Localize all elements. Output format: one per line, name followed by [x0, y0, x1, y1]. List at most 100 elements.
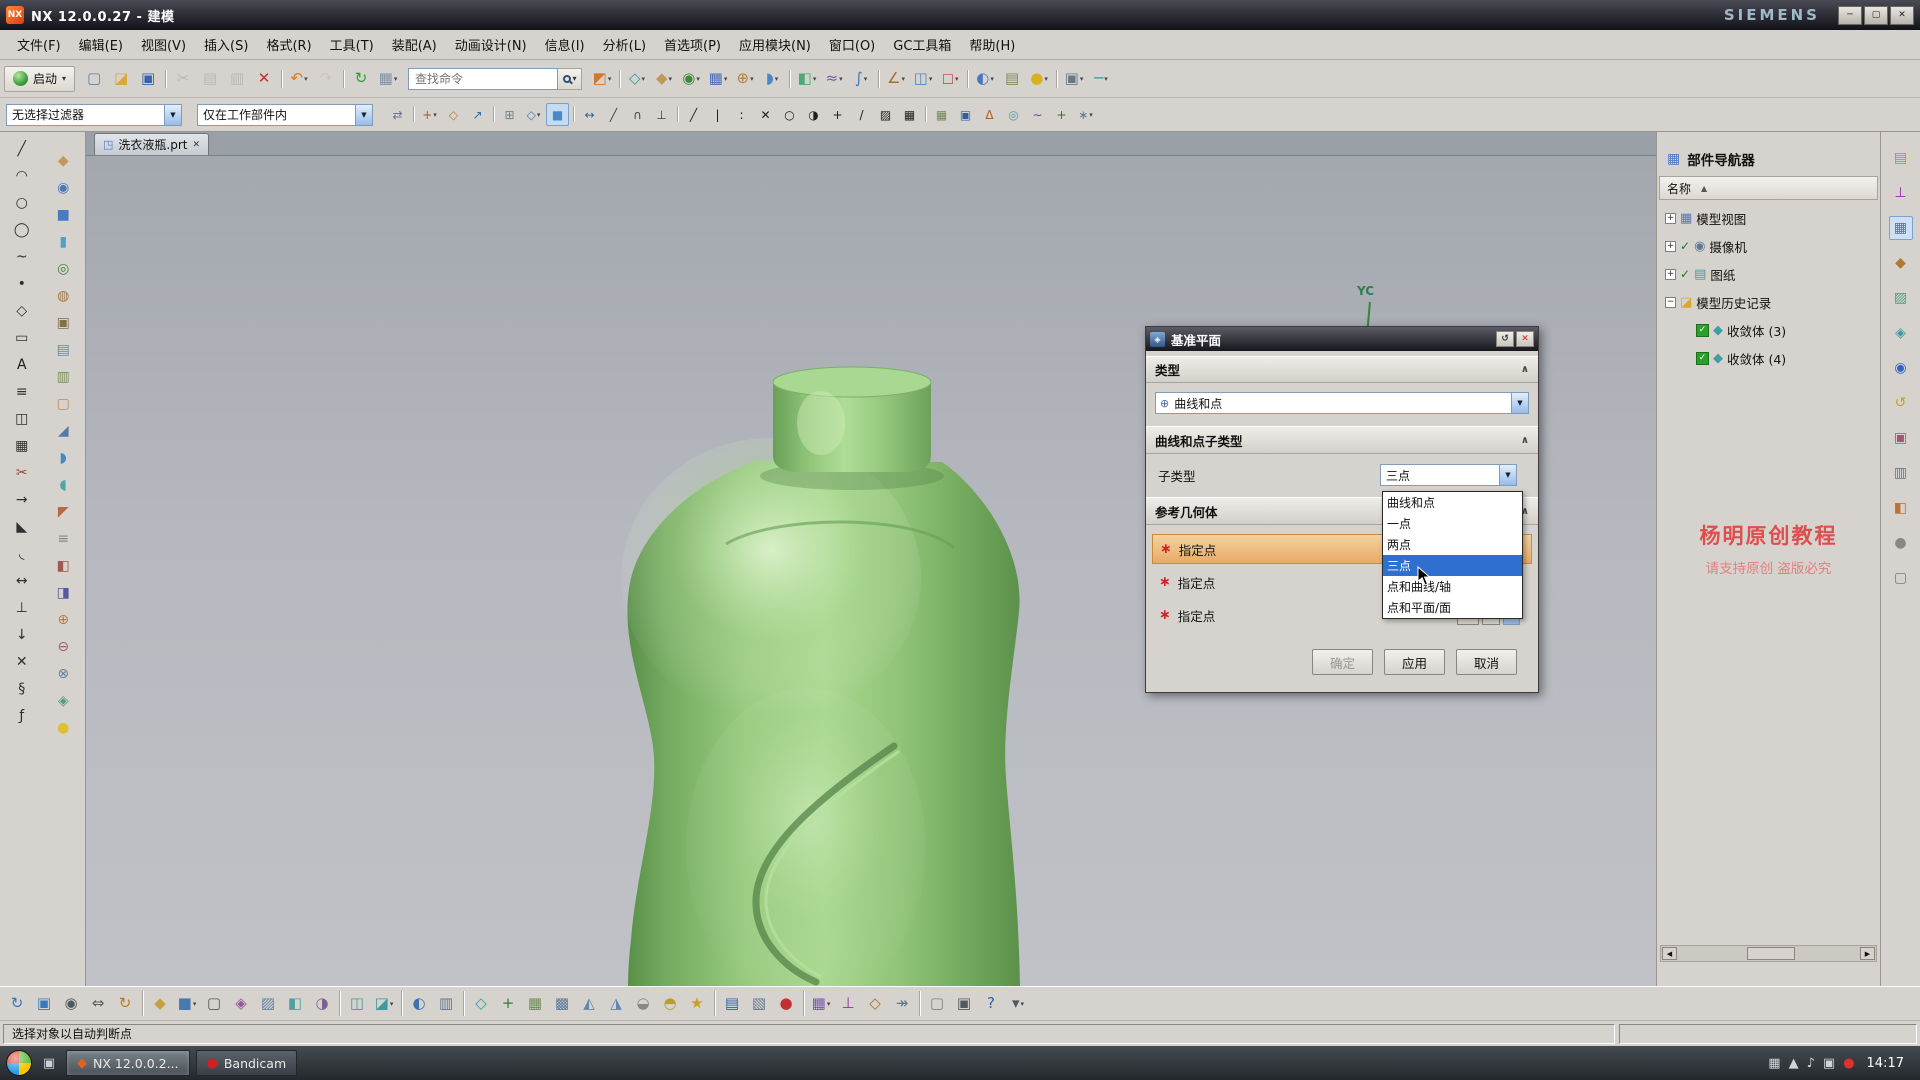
point-icon[interactable]: • — [9, 271, 35, 296]
dropdown-arrow-icon[interactable]: ▾ — [1089, 111, 1093, 119]
part-navigator-icon[interactable]: ▦ — [1889, 216, 1913, 240]
manage-icon[interactable]: ▥ — [1889, 461, 1913, 485]
dropdown-arrow-icon[interactable]: ▾ — [642, 75, 646, 83]
scrollbar-thumb[interactable] — [1747, 947, 1795, 960]
tab-close-icon[interactable]: ✕ — [192, 140, 200, 150]
part-tab[interactable]: ◳ 洗衣液瓶.prt ✕ — [94, 133, 209, 155]
menu-item[interactable]: 工具(T) — [321, 31, 383, 58]
helix-icon[interactable]: § — [9, 676, 35, 701]
draft-icon[interactable]: ◢ — [50, 418, 76, 443]
undo-icon[interactable]: ↶▾ — [286, 66, 312, 92]
constraint-symbols-icon[interactable]: ∼ — [1026, 103, 1049, 126]
snap-arc-center-icon[interactable]: ○ — [778, 103, 801, 126]
menu-item[interactable]: 格式(R) — [257, 31, 320, 58]
polygon-icon[interactable]: ◇ — [9, 298, 35, 323]
wireframe-style-icon[interactable]: ▢ — [201, 991, 227, 1017]
rapid-refresh-icon[interactable]: ↻ — [348, 66, 374, 92]
quick-launch-icon[interactable]: ▣ — [38, 1052, 60, 1074]
through-curves-icon[interactable]: ≈▾ — [821, 66, 847, 92]
window-icon[interactable]: ▣▾ — [1061, 66, 1087, 92]
dropdown-arrow-icon[interactable]: ▾ — [433, 111, 437, 119]
keyboard-icon[interactable]: ▦ — [1768, 1056, 1780, 1071]
explode-icon[interactable]: ◇ — [862, 991, 888, 1017]
touch-ruler-icon[interactable]: ─▾ — [1088, 66, 1114, 92]
dropdown-arrow-icon[interactable]: ▾ — [929, 75, 933, 83]
dimension-icon[interactable]: ↔ — [9, 568, 35, 593]
assembly-navigator-icon[interactable]: ▤ — [1889, 146, 1913, 170]
dialog-close-icon[interactable]: ✕ — [1516, 331, 1534, 347]
arc-icon[interactable]: ◠ — [9, 163, 35, 188]
menu-item[interactable]: 窗口(O) — [820, 31, 884, 58]
clip-section-icon[interactable]: ◎ — [1002, 103, 1025, 126]
analysis-curvature-icon[interactable]: Δ — [978, 103, 1001, 126]
subtract-icon[interactable]: ⊖ — [50, 634, 76, 659]
dropdown-arrow-icon[interactable]: ▾ — [193, 1000, 197, 1008]
menu-item[interactable]: 插入(S) — [195, 31, 257, 58]
isometric-view-icon[interactable]: ◇▾ — [522, 103, 545, 126]
point-dialog-icon[interactable]: +▾ — [418, 103, 441, 126]
adaptive-shell-icon[interactable]: ◻▾ — [937, 66, 963, 92]
background-icon[interactable]: ◧ — [282, 991, 308, 1017]
constraints-nav-icon[interactable]: ⊥ — [835, 991, 861, 1017]
dropdown-arrow-icon[interactable]: ▾ — [1080, 75, 1084, 83]
apply-button[interactable]: 应用 — [1384, 649, 1445, 675]
dropdown-option[interactable]: 两点 — [1383, 534, 1522, 555]
snap-arc-icon[interactable]: ∩ — [626, 103, 649, 126]
view-palette-icon[interactable]: ▨ — [1889, 286, 1913, 310]
roles-icon[interactable]: ◧ — [1889, 496, 1913, 520]
navigator-item[interactable]: +▦模型视图 — [1657, 204, 1880, 232]
sphere-icon[interactable]: ● — [50, 715, 76, 740]
plane-dialog-icon[interactable]: ◇ — [442, 103, 465, 126]
dropdown-arrow-icon[interactable]: ▾ — [394, 75, 398, 83]
object-info-icon[interactable]: ▤ — [719, 991, 745, 1017]
studio-spline-icon[interactable]: ~ — [9, 244, 35, 269]
dropdown-arrow-icon[interactable]: ▾ — [608, 75, 612, 83]
extrude-icon[interactable]: ◆▾ — [651, 66, 677, 92]
trim-body-icon[interactable]: ◧ — [50, 553, 76, 578]
scroll-right-icon[interactable]: ▶ — [1860, 947, 1875, 960]
block-icon[interactable]: ■ — [50, 202, 76, 227]
geometry-link-icon[interactable]: ⇄ — [386, 103, 409, 126]
help-icon[interactable]: ? — [978, 991, 1004, 1017]
menu-item[interactable]: 信息(I) — [536, 31, 594, 58]
layer-settings-icon[interactable]: ▤ — [999, 66, 1025, 92]
open-folder-icon[interactable]: ◪ — [108, 66, 134, 92]
dropdown-arrow-icon[interactable]: ▾ — [775, 75, 779, 83]
bandicam-task-button[interactable]: ●Bandicam — [196, 1050, 298, 1076]
delete-icon[interactable]: ✕ — [251, 66, 277, 92]
volume-icon[interactable]: ♪ — [1807, 1056, 1815, 1071]
unite-icon[interactable]: ⊕▾ — [732, 66, 758, 92]
dropdown-arrow-icon[interactable]: ▼ — [1511, 393, 1528, 413]
menu-item[interactable]: 应用模块(N) — [730, 31, 820, 58]
boss-icon[interactable]: ◍ — [50, 283, 76, 308]
cylinder-icon[interactable]: ▮ — [50, 229, 76, 254]
dropdown-option[interactable]: 曲线和点 — [1383, 492, 1522, 513]
dropdown-arrow-icon[interactable]: ▾ — [1044, 75, 1048, 83]
menu-item[interactable]: 帮助(H) — [960, 31, 1024, 58]
dropdown-arrow-icon[interactable]: ▾ — [955, 75, 959, 83]
show-only-icon[interactable]: ◐ — [406, 991, 432, 1017]
maximize-button[interactable]: ▢ — [1864, 6, 1888, 25]
expand-icon[interactable]: + — [1665, 213, 1676, 224]
selection-scope-combo[interactable]: 仅在工作部件内 ▼ — [197, 104, 373, 126]
snap-bounded-grid-icon[interactable]: ▦ — [898, 103, 921, 126]
system-materials-icon[interactable]: ● — [1889, 531, 1913, 555]
cancel-button[interactable]: 取消 — [1456, 649, 1517, 675]
expand-icon[interactable]: + — [1665, 269, 1676, 280]
high-quality-icon[interactable]: ★ — [684, 991, 710, 1017]
datum-display-icon[interactable]: ◇ — [468, 991, 494, 1017]
dropdown-arrow-icon[interactable]: ▾ — [864, 75, 868, 83]
command-finder-icon[interactable]: ▦▾ — [375, 66, 401, 92]
snap-control-point-icon[interactable]: : — [730, 103, 753, 126]
dropdown-arrow-icon[interactable]: ▼ — [164, 105, 181, 125]
vector-dialog-icon[interactable]: ↗ — [466, 103, 489, 126]
hole-icon[interactable]: ◉▾ — [678, 66, 704, 92]
expand-icon[interactable]: + — [1665, 241, 1676, 252]
pad-icon[interactable]: ▤ — [50, 337, 76, 362]
dropdown-arrow-icon[interactable]: ▾ — [813, 75, 817, 83]
studio-style-icon[interactable]: ◈ — [228, 991, 254, 1017]
menu-item[interactable]: 装配(A) — [383, 31, 446, 58]
spotlight-icon[interactable]: ◓ — [657, 991, 683, 1017]
save-icon[interactable]: ▣ — [135, 66, 161, 92]
sew-icon[interactable]: ◈ — [50, 688, 76, 713]
